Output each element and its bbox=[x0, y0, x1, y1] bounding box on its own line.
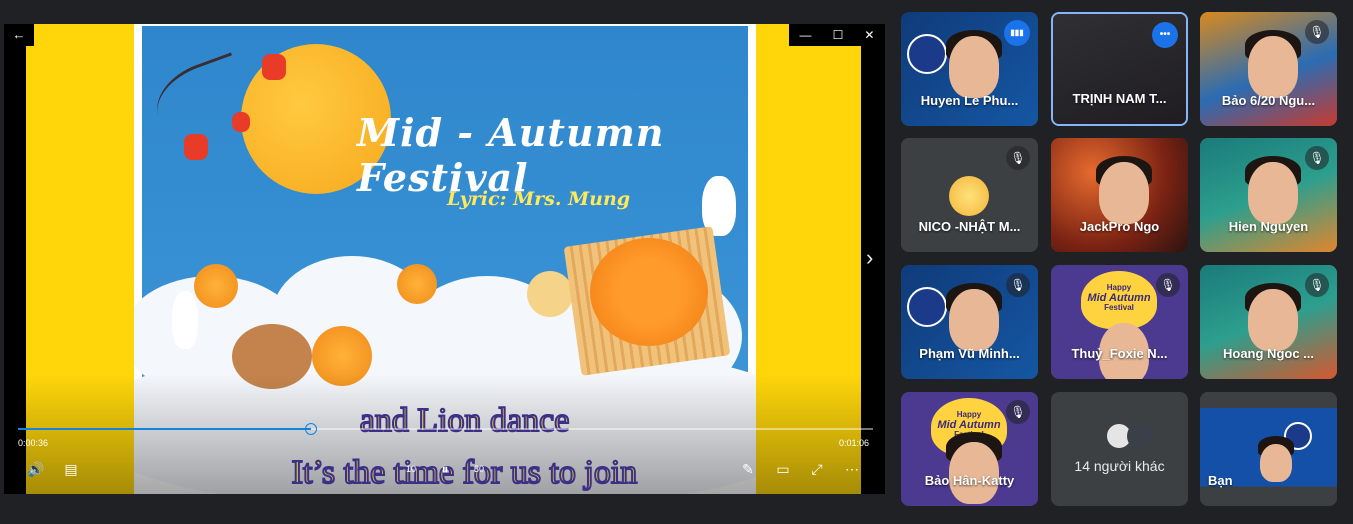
festival-mid: Mid Autumn bbox=[1087, 292, 1151, 304]
festival-card-text: Happy Mid Autumn Festival bbox=[1081, 283, 1157, 313]
lantern-illustration bbox=[184, 134, 208, 160]
participant-tile[interactable]: 🎙 Hoang Ngoc ... bbox=[1200, 265, 1337, 379]
participant-name: Phạm Vũ Minh... bbox=[919, 346, 1020, 361]
maximize-icon[interactable]: ☐ bbox=[833, 28, 844, 42]
muted-mic-icon: 🎙 bbox=[1305, 146, 1329, 170]
more-participants-label: 14 người khác bbox=[1074, 458, 1165, 474]
mic-glyph: 🎙 bbox=[1160, 278, 1176, 292]
participant-face bbox=[1248, 36, 1298, 98]
fullscreen-icon[interactable]: ⤢ bbox=[804, 458, 830, 480]
window-controls: — ☐ ✕ bbox=[789, 24, 885, 46]
participant-name: Bạn bbox=[1208, 473, 1233, 488]
muted-mic-icon: 🎙 bbox=[1006, 146, 1030, 170]
participant-tile[interactable]: JackPro Ngo bbox=[1051, 138, 1188, 252]
participant-name: JackPro Ngo bbox=[1079, 219, 1160, 234]
mic-glyph: 🎙 bbox=[1309, 278, 1325, 292]
participant-face bbox=[949, 289, 999, 351]
minimize-icon[interactable]: — bbox=[800, 28, 812, 42]
avatar bbox=[1127, 422, 1155, 450]
mooncake-illustration bbox=[397, 264, 437, 304]
participant-tile[interactable]: 🎙 Hien Nguyen bbox=[1200, 138, 1337, 252]
participant-name: Bảo Hân-Katty bbox=[924, 473, 1015, 488]
festival-happy: Happy bbox=[956, 410, 982, 419]
pause-icon[interactable]: ⏸ bbox=[432, 458, 458, 480]
close-icon[interactable]: ✕ bbox=[864, 28, 874, 42]
participant-name: TRỊNH NAM T... bbox=[1072, 91, 1167, 106]
participant-name: Hien Nguyen bbox=[1228, 219, 1309, 234]
muted-mic-icon: 🎙 bbox=[1305, 20, 1329, 44]
muted-mic-icon: 🎙 bbox=[1006, 273, 1030, 297]
mic-glyph: 🎙 bbox=[1309, 25, 1325, 39]
participant-tile[interactable]: Happy Mid Autumn Festival 🎙 Bảo Hân-Katt… bbox=[901, 392, 1038, 506]
participant-name: Hoang Ngoc ... bbox=[1223, 346, 1314, 361]
mooncake-illustration bbox=[527, 271, 573, 317]
volume-icon[interactable]: 🔊 bbox=[23, 458, 49, 480]
festival-word: Festival bbox=[1104, 303, 1134, 312]
school-logo-icon bbox=[907, 34, 947, 74]
participant-name: Thuỷ_Foxie N... bbox=[1071, 346, 1168, 361]
participant-tile[interactable]: Happy Mid Autumn Festival 🎙 Thuỷ_Foxie N… bbox=[1051, 265, 1188, 379]
slide-title: Mid - Autumn Festival bbox=[357, 110, 665, 200]
total-time: 0:01:06 bbox=[838, 438, 869, 448]
participant-tile[interactable]: ▮▮▮ Huyen Le Phu... bbox=[901, 12, 1038, 126]
mic-glyph: 🎙 bbox=[1010, 405, 1026, 419]
miniplayer-icon[interactable]: ▭ bbox=[770, 458, 796, 480]
mic-glyph: 🎙 bbox=[1010, 151, 1026, 165]
meeting-window: Mid - Autumn Festival Lyric: Mrs. Mung a… bbox=[0, 0, 1353, 524]
participant-tile[interactable]: 🎙 NICO -NHẬT M... bbox=[901, 138, 1038, 252]
progress-fill bbox=[18, 428, 312, 430]
participant-name: Huyen Le Phu... bbox=[920, 93, 1019, 108]
lantern-illustration bbox=[262, 54, 286, 80]
slide-lyric-credit: Lyric: Mrs. Mung bbox=[447, 188, 631, 210]
mic-glyph: 🎙 bbox=[1309, 151, 1325, 165]
lyric-subtitle-line1: and Lion dance bbox=[359, 401, 571, 440]
player-top-bar: ← — ☐ ✕ bbox=[4, 24, 885, 46]
festival-background-card: Happy Mid Autumn Festival bbox=[1081, 271, 1157, 329]
big-mooncake-illustration bbox=[590, 238, 708, 346]
participant-face bbox=[949, 36, 999, 98]
mic-glyph: 🎙 bbox=[1010, 278, 1026, 292]
participant-tile-active[interactable]: ••• TRỊNH NAM T... bbox=[1051, 12, 1188, 126]
back-arrow-icon[interactable]: ← bbox=[4, 24, 34, 46]
rewind-10-button[interactable]: 10 bbox=[398, 458, 424, 480]
self-tile[interactable]: Bạn bbox=[1200, 392, 1337, 506]
pen-icon[interactable]: ✎ bbox=[735, 458, 761, 480]
current-time: 0:00:36 bbox=[18, 438, 49, 448]
more-options-icon[interactable]: ••• bbox=[1152, 22, 1178, 48]
more-participants-avatars bbox=[1103, 422, 1163, 450]
participant-tile[interactable]: 🎙 Phạm Vũ Minh... bbox=[901, 265, 1038, 379]
participant-tile[interactable]: 🎙 Bảo 6/20 Ngu... bbox=[1200, 12, 1337, 126]
school-logo-icon bbox=[907, 287, 947, 327]
participant-face bbox=[1248, 289, 1298, 351]
muted-mic-icon: 🎙 bbox=[1305, 273, 1329, 297]
muted-mic-icon: 🎙 bbox=[1156, 273, 1180, 297]
participant-name: Bảo 6/20 Ngu... bbox=[1221, 93, 1316, 108]
progress-bar[interactable] bbox=[18, 423, 873, 435]
lantern-illustration bbox=[232, 112, 250, 132]
captions-icon[interactable]: ▤ bbox=[58, 458, 84, 480]
mooncake-illustration bbox=[194, 264, 238, 308]
video-player[interactable]: Mid - Autumn Festival Lyric: Mrs. Mung a… bbox=[4, 24, 885, 494]
festival-happy: Happy bbox=[1106, 283, 1132, 292]
muted-mic-icon: 🎙 bbox=[1006, 400, 1030, 424]
participant-name: NICO -NHẬT M... bbox=[918, 219, 1021, 234]
rabbit-illustration bbox=[172, 291, 198, 349]
avatar bbox=[949, 176, 989, 216]
participant-face bbox=[1248, 162, 1298, 224]
chevron-right-icon[interactable]: › bbox=[866, 245, 873, 271]
more-participants-tile[interactable]: 14 người khác bbox=[1051, 392, 1188, 506]
forward-30-button[interactable]: 30 bbox=[466, 458, 492, 480]
festival-mid: Mid Autumn bbox=[937, 419, 1001, 431]
participant-face bbox=[1099, 162, 1149, 224]
more-options-icon[interactable]: ⋯ bbox=[839, 458, 865, 480]
speaking-indicator-icon: ▮▮▮ bbox=[1004, 20, 1030, 46]
